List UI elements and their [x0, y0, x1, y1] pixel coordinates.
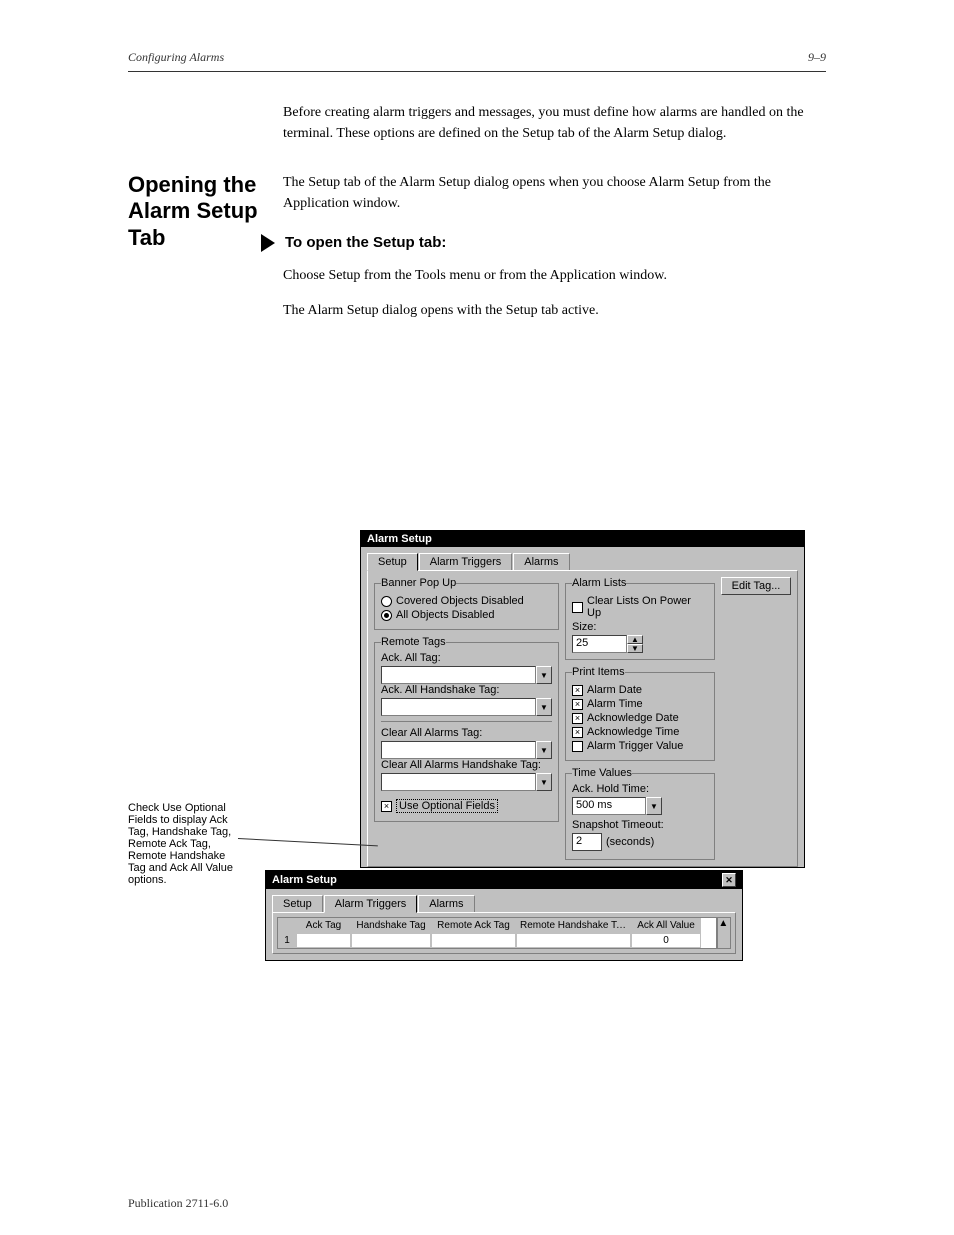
- chk-ack-date[interactable]: ×: [572, 713, 583, 724]
- dialog-titlebar[interactable]: Alarm Setup: [361, 531, 804, 547]
- ack-hold-input[interactable]: 500 ms: [572, 797, 646, 815]
- ack-all-tag-dropdown-icon[interactable]: ▼: [536, 666, 552, 684]
- row1-ack-all-value[interactable]: 0: [631, 933, 701, 948]
- clear-lists-label: Clear Lists On Power Up: [587, 595, 708, 619]
- subhead-open-setup: To open the Setup tab:: [285, 232, 446, 255]
- alarm-setup-dialog-triggers: Alarm Setup ✕ Setup Alarm Triggers Alarm…: [265, 870, 743, 961]
- tab-alarms[interactable]: Alarms: [513, 553, 569, 570]
- row1-index[interactable]: 1: [278, 933, 296, 948]
- print-items-legend: Print Items: [572, 666, 625, 678]
- banner-popup-legend: Banner Pop Up: [381, 577, 456, 589]
- section-title: Opening the Alarm Setup Tab: [128, 172, 283, 251]
- col-ack-tag[interactable]: Ack Tag: [296, 918, 351, 933]
- lbl-trigger-value: Alarm Trigger Value: [587, 740, 683, 752]
- col-rowhead: [278, 918, 296, 933]
- footer-publication: Publication 2711-6.0: [128, 1196, 228, 1211]
- chk-ack-time[interactable]: ×: [572, 727, 583, 738]
- size-input[interactable]: 25: [572, 635, 627, 653]
- section-p3: The Alarm Setup dialog opens with the Se…: [283, 300, 826, 321]
- snapshot-input[interactable]: 2: [572, 833, 602, 851]
- ack-all-hand-dropdown-icon[interactable]: ▼: [536, 698, 552, 716]
- time-values-legend: Time Values: [572, 767, 632, 779]
- snapshot-label: Snapshot Timeout:: [572, 819, 708, 831]
- size-spin-up-icon[interactable]: ▲: [627, 635, 643, 644]
- section-p2: Choose Setup from the Tools menu or from…: [283, 265, 826, 286]
- clear-all-label: Clear All Alarms Tag:: [381, 727, 552, 739]
- tab2-alarms[interactable]: Alarms: [418, 895, 474, 912]
- ack-hold-label: Ack. Hold Time:: [572, 783, 708, 795]
- time-values-group: Time Values Ack. Hold Time: 500 ms ▼ Sna…: [565, 767, 715, 860]
- chk-alarm-time[interactable]: ×: [572, 699, 583, 710]
- row1-handshake-tag[interactable]: [351, 933, 431, 948]
- ack-all-tag-label: Ack. All Tag:: [381, 652, 552, 664]
- close-icon[interactable]: ✕: [722, 873, 736, 887]
- radio-covered-objects[interactable]: [381, 596, 392, 607]
- tab-setup[interactable]: Setup: [367, 553, 418, 571]
- col-remote-ack-tag[interactable]: Remote Ack Tag: [431, 918, 516, 933]
- page-header-right: Configuring Alarms: [128, 50, 224, 65]
- intro-paragraph: Before creating alarm triggers and messa…: [283, 102, 826, 144]
- page-number: 9–9: [808, 50, 826, 65]
- snapshot-unit: (seconds): [606, 836, 654, 848]
- radio-covered-label: Covered Objects Disabled: [396, 595, 524, 607]
- radio-all-objects[interactable]: [381, 610, 392, 621]
- alarm-lists-group: Alarm Lists Clear Lists On Power Up Size…: [565, 577, 715, 660]
- dialog2-title: Alarm Setup: [272, 874, 337, 886]
- row1-remote-ack-tag[interactable]: [431, 933, 516, 948]
- clear-all-hand-label: Clear All Alarms Handshake Tag:: [381, 759, 552, 771]
- edit-tag-button[interactable]: Edit Tag...: [721, 577, 791, 595]
- section-p1: The Setup tab of the Alarm Setup dialog …: [283, 172, 826, 214]
- col-ack-all-value[interactable]: Ack All Value: [631, 918, 701, 933]
- lbl-ack-date: Acknowledge Date: [587, 712, 679, 724]
- clear-all-hand-input[interactable]: [381, 773, 536, 791]
- col-remote-handshake-tag[interactable]: Remote Handshake Tag: [516, 918, 631, 933]
- triggers-grid[interactable]: Ack Tag Handshake Tag Remote Ack Tag Rem…: [277, 917, 717, 949]
- grid-scrollbar[interactable]: ▲: [717, 917, 731, 949]
- ack-all-hand-label: Ack. All Handshake Tag:: [381, 684, 552, 696]
- alarm-lists-legend: Alarm Lists: [572, 577, 626, 589]
- lbl-alarm-time: Alarm Time: [587, 698, 643, 710]
- col-handshake-tag[interactable]: Handshake Tag: [351, 918, 431, 933]
- ack-hold-dropdown-icon[interactable]: ▼: [646, 797, 662, 815]
- use-optional-fields-label: Use Optional Fields: [396, 799, 498, 813]
- lbl-ack-time: Acknowledge Time: [587, 726, 679, 738]
- remote-tags-group: Remote Tags Ack. All Tag: ▼ Ack. All Han…: [374, 636, 559, 822]
- tab-alarm-triggers[interactable]: Alarm Triggers: [419, 553, 513, 570]
- clear-all-dropdown-icon[interactable]: ▼: [536, 741, 552, 759]
- scroll-up-icon[interactable]: ▲: [718, 918, 730, 932]
- size-spin-down-icon[interactable]: ▼: [627, 644, 643, 653]
- chk-trigger-value[interactable]: [572, 741, 583, 752]
- row1-ack-tag[interactable]: [296, 933, 351, 948]
- banner-popup-group: Banner Pop Up Covered Objects Disabled A…: [374, 577, 559, 630]
- ack-all-tag-input[interactable]: [381, 666, 536, 684]
- header-divider: [128, 71, 826, 72]
- clear-all-hand-dropdown-icon[interactable]: ▼: [536, 773, 552, 791]
- use-optional-fields-checkbox[interactable]: ×: [381, 801, 392, 812]
- callout-line: [238, 838, 378, 846]
- lbl-alarm-date: Alarm Date: [587, 684, 642, 696]
- tab2-alarm-triggers[interactable]: Alarm Triggers: [324, 895, 418, 913]
- alarm-setup-dialog: Alarm Setup Setup Alarm Triggers Alarms …: [360, 530, 805, 868]
- radio-all-label: All Objects Disabled: [396, 609, 494, 621]
- clear-all-input[interactable]: [381, 741, 536, 759]
- clear-lists-checkbox[interactable]: [572, 602, 583, 613]
- callout-text: Check Use Optional Fields to display Ack…: [128, 802, 238, 886]
- ack-all-hand-input[interactable]: [381, 698, 536, 716]
- triangle-icon: [261, 234, 275, 252]
- print-items-group: Print Items × Alarm Date × Alarm Time × Ack…: [565, 666, 715, 761]
- tab2-setup[interactable]: Setup: [272, 895, 323, 912]
- row1-remote-handshake-tag[interactable]: [516, 933, 631, 948]
- remote-tags-legend: Remote Tags: [381, 636, 446, 648]
- size-label: Size:: [572, 621, 708, 633]
- chk-alarm-date[interactable]: ×: [572, 685, 583, 696]
